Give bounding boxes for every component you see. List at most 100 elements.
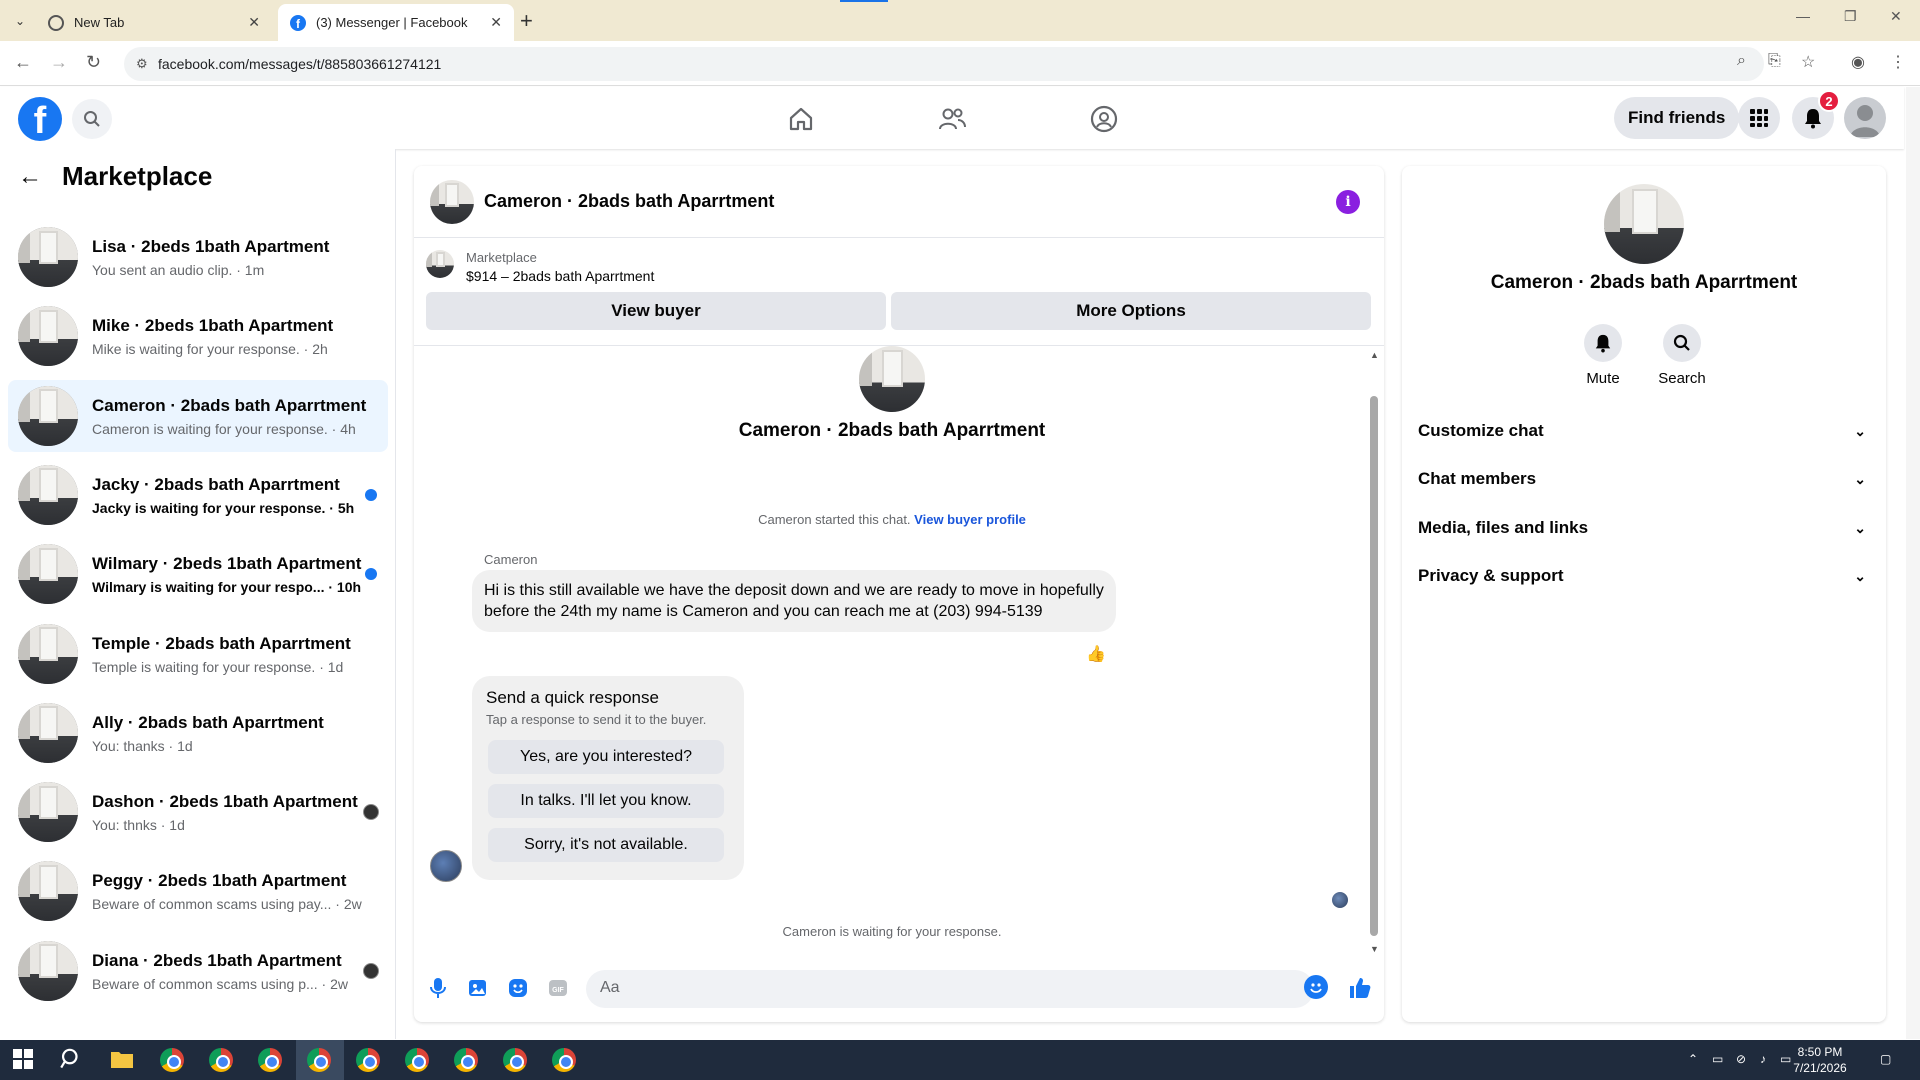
conversation-item[interactable]: Lisa · 2beds 1bath Apartment You sent an …	[8, 221, 388, 293]
thumbs-up-reaction-icon[interactable]: 👍	[1086, 644, 1106, 664]
scroll-up-icon[interactable]: ▲	[1370, 350, 1379, 360]
chrome-icon[interactable]	[356, 1048, 380, 1072]
sticker-icon[interactable]	[506, 976, 530, 1000]
conversation-item[interactable]: Cameron · 2bads bath Aparrtment Cameron i…	[8, 379, 388, 452]
chrome-icon[interactable]	[503, 1048, 527, 1072]
page-scrollbar[interactable]	[1906, 87, 1920, 1039]
emoji-icon[interactable]	[1304, 975, 1328, 999]
meet-icon[interactable]: ▭	[1712, 1052, 1723, 1066]
url-text[interactable]: facebook.com/messages/t/885803661274121	[158, 56, 441, 72]
message-thread: ▲ ▼ Cameron · 2bads bath Aparrtment Came…	[414, 346, 1384, 956]
find-friends-button[interactable]: Find friends	[1614, 97, 1740, 139]
search-icon[interactable]	[60, 1048, 84, 1072]
window-close-icon[interactable]: ✕	[1890, 8, 1902, 25]
view-buyer-profile-link[interactable]: View buyer profile	[914, 512, 1026, 527]
mute-label: Mute	[1586, 370, 1620, 387]
search-icon[interactable]	[72, 99, 112, 139]
clock-time: 8:50 PM	[1797, 1045, 1843, 1059]
started-text: Cameron started this chat.	[758, 512, 911, 527]
home-icon[interactable]	[783, 101, 819, 137]
facebook-logo[interactable]: f	[18, 97, 62, 141]
contact-avatar-large[interactable]	[859, 346, 925, 412]
reload-icon[interactable]: ↻	[86, 52, 101, 73]
install-app-icon[interactable]: ⎘	[1768, 52, 1781, 70]
back-arrow-icon[interactable]: ←	[14, 52, 32, 73]
details-avatar[interactable]	[1604, 184, 1684, 264]
chrome-icon[interactable]	[552, 1048, 576, 1072]
scrollbar-thumb[interactable]	[1370, 396, 1378, 936]
forward-arrow-icon[interactable]: →	[50, 52, 68, 73]
chrome-icon[interactable]	[160, 1048, 184, 1072]
mute-button[interactable]: Mute	[1563, 324, 1643, 387]
search-in-chat-button[interactable]: Search	[1642, 324, 1722, 387]
new-tab-plus-icon[interactable]: +	[520, 8, 533, 34]
tab-close-icon[interactable]: ✕	[248, 14, 260, 31]
tab-search-dropdown-icon[interactable]: ⌄	[8, 9, 32, 33]
gif-icon[interactable]: GIF	[546, 976, 570, 1000]
tray-chevron-icon[interactable]: ⌃	[1688, 1052, 1698, 1066]
quick-reply-interested[interactable]: Yes, are you interested?	[488, 740, 724, 774]
windows-start-icon[interactable]	[12, 1048, 36, 1072]
chrome-icon[interactable]	[209, 1048, 233, 1072]
account-avatar[interactable]	[1844, 97, 1886, 139]
minimize-icon[interactable]: —	[1796, 8, 1810, 24]
chrome-icon[interactable]	[454, 1048, 478, 1072]
chat-members-section[interactable]: Chat members ⌄	[1418, 458, 1870, 500]
back-arrow-icon[interactable]: ←	[18, 163, 42, 191]
profile-icon[interactable]: ◉	[1851, 52, 1865, 72]
conversation-item[interactable]: Diana · 2beds 1bath Apartment Beware of c…	[8, 935, 388, 1007]
conversation-item[interactable]: Mike · 2beds 1bath Apartment Mike is wait…	[8, 300, 388, 372]
restore-icon[interactable]: ❐	[1844, 8, 1857, 25]
conversation-item[interactable]: Dashon · 2beds 1bath Apartment You: thnks…	[8, 776, 388, 848]
chrome-icon[interactable]	[307, 1048, 331, 1072]
tab-messenger[interactable]: f (3) Messenger | Facebook ✕	[278, 4, 514, 41]
tab-new-tab[interactable]: New Tab ✕	[36, 4, 272, 41]
quick-reply-in-talks[interactable]: In talks. I'll let you know.	[488, 784, 724, 818]
menu-grid-icon[interactable]	[1738, 97, 1780, 139]
facebook-top-nav: f Find friends 2	[0, 87, 1904, 149]
site-info-icon[interactable]: ⚙	[136, 56, 148, 72]
scroll-down-icon[interactable]: ▼	[1370, 944, 1379, 954]
listing-title[interactable]: $914 – 2bads bath Aparrtment	[466, 268, 654, 284]
groups-icon[interactable]	[1086, 101, 1122, 137]
friends-icon[interactable]	[934, 101, 970, 137]
volume-icon[interactable]: ♪	[1760, 1052, 1766, 1066]
network-off-icon[interactable]: ⊘	[1736, 1052, 1746, 1066]
notification-center-icon[interactable]: ▢	[1880, 1052, 1891, 1066]
more-options-button[interactable]: More Options	[891, 292, 1371, 330]
chat-avatar[interactable]	[430, 180, 474, 224]
tab-close-icon[interactable]: ✕	[490, 14, 502, 31]
file-explorer-icon[interactable]	[110, 1048, 134, 1072]
chrome-icon[interactable]	[258, 1048, 282, 1072]
info-icon[interactable]: i	[1336, 190, 1360, 214]
photo-icon[interactable]	[466, 976, 490, 1000]
chrome-icon[interactable]	[405, 1048, 429, 1072]
quick-reply-not-available[interactable]: Sorry, it's not available.	[488, 828, 724, 862]
chat-title[interactable]: Cameron · 2bads bath Aparrtment	[484, 191, 774, 212]
sender-avatar[interactable]	[430, 850, 462, 882]
view-buyer-button[interactable]: View buyer	[426, 292, 886, 330]
thread-scrollbar[interactable]: ▲ ▼	[1370, 350, 1379, 954]
conversation-thumbnail	[18, 306, 78, 367]
conversation-item[interactable]: Wilmary · 2beds 1bath Apartment Wilmary i…	[8, 538, 388, 610]
listing-thumbnail[interactable]	[426, 250, 454, 278]
conversation-preview: Temple is waiting for your response. · 1…	[92, 658, 344, 675]
thumbs-up-send-icon[interactable]	[1348, 976, 1372, 1000]
tab-title: (3) Messenger | Facebook	[316, 15, 468, 30]
conversation-item[interactable]: Peggy · 2beds 1bath Apartment Beware of c…	[8, 855, 388, 927]
browser-menu-icon[interactable]: ⋮	[1890, 52, 1906, 72]
loading-indicator	[840, 0, 888, 2]
bookmark-star-icon[interactable]: ☆	[1801, 52, 1815, 72]
message-bubble[interactable]: Hi is this still available we have the d…	[472, 570, 1116, 632]
zoom-icon[interactable]: ⌕	[1737, 52, 1746, 70]
microphone-icon[interactable]	[426, 976, 450, 1000]
conversation-item[interactable]: Jacky · 2bads bath Aparrtment Jacky is wa…	[8, 459, 388, 531]
media-files-links-section[interactable]: Media, files and links ⌄	[1418, 507, 1870, 549]
customize-chat-section[interactable]: Customize chat ⌄	[1418, 410, 1870, 452]
conversation-item[interactable]: Temple · 2bads bath Aparrtment Temple is …	[8, 618, 388, 690]
clock[interactable]: 8:50 PM 7/21/2026	[1786, 1044, 1854, 1076]
message-input[interactable]	[600, 979, 1240, 997]
omnibox[interactable]: ⚙ facebook.com/messages/t/88580366127412…	[124, 47, 1764, 81]
conversation-item[interactable]: Ally · 2bads bath Aparrtment You: thanks …	[8, 697, 388, 769]
privacy-support-section[interactable]: Privacy & support ⌄	[1418, 555, 1870, 597]
